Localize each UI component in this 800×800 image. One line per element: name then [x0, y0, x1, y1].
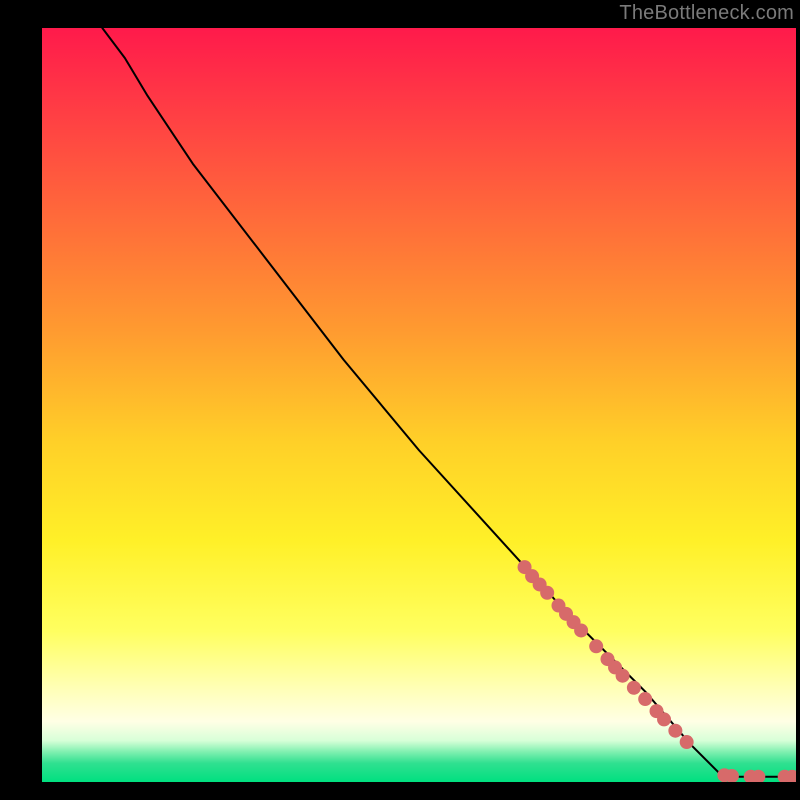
marker-point: [638, 692, 652, 706]
attribution-label: TheBottleneck.com: [619, 2, 794, 25]
chart-svg: [42, 28, 796, 782]
marker-point: [627, 681, 641, 695]
marker-point: [680, 735, 694, 749]
marker-point: [574, 623, 588, 637]
gradient-background: [42, 28, 796, 782]
marker-point: [589, 639, 603, 653]
plot-area: [42, 28, 796, 782]
marker-point: [540, 586, 554, 600]
marker-point: [668, 724, 682, 738]
marker-point: [657, 712, 671, 726]
marker-point: [616, 669, 630, 683]
chart-container: TheBottleneck.com: [0, 0, 800, 800]
